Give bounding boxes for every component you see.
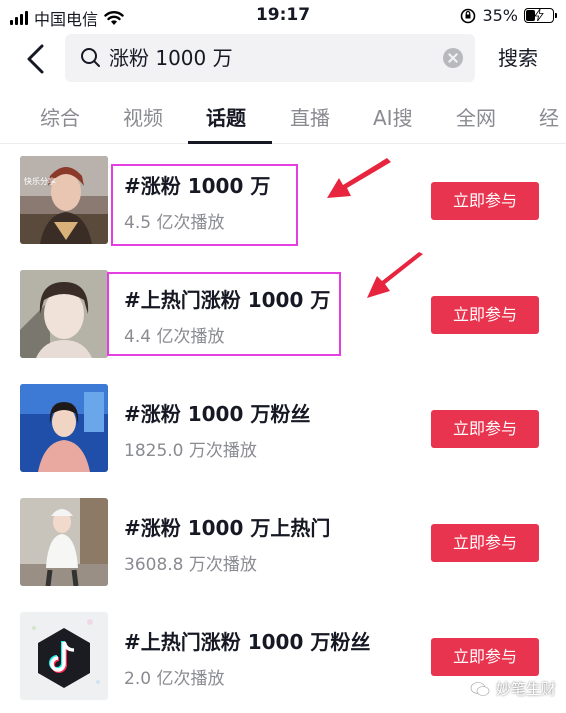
wechat-icon bbox=[470, 681, 490, 696]
active-tab-indicator bbox=[188, 141, 272, 144]
tab-live[interactable]: 直播 bbox=[290, 96, 330, 144]
watermark: 妙笔生财 bbox=[470, 678, 556, 699]
join-button[interactable]: 立即参与 bbox=[431, 638, 539, 676]
topic-thumbnail bbox=[20, 270, 108, 358]
search-button[interactable]: 搜索 bbox=[498, 32, 538, 84]
tab-general[interactable]: 综合 bbox=[40, 96, 80, 144]
status-bar: 中国电信 19:17 35% bbox=[0, 0, 566, 32]
back-icon[interactable] bbox=[22, 42, 50, 76]
arrow-icon bbox=[367, 252, 423, 298]
topic-thumbnail bbox=[20, 384, 108, 472]
tab-web[interactable]: 全网 bbox=[456, 96, 496, 144]
status-right: 35% bbox=[460, 6, 557, 25]
topic-views: 3608.8 万次播放 bbox=[124, 555, 257, 575]
search-input[interactable]: 涨粉 1000 万 bbox=[65, 34, 475, 82]
search-bar-row: 涨粉 1000 万 搜索 bbox=[0, 32, 566, 86]
search-icon bbox=[81, 48, 100, 67]
join-button[interactable]: 立即参与 bbox=[431, 524, 539, 562]
clear-icon[interactable] bbox=[443, 48, 463, 68]
highlight-box bbox=[111, 164, 298, 246]
battery-icon bbox=[524, 8, 557, 23]
rotation-lock-icon bbox=[461, 8, 476, 23]
highlight-box bbox=[107, 272, 341, 356]
topic-views: 1825.0 万次播放 bbox=[124, 441, 257, 461]
topic-title: #涨粉 1000 万上热门 bbox=[124, 516, 331, 540]
topic-item[interactable]: #涨粉 1000 万粉丝 1825.0 万次播放 立即参与 bbox=[0, 376, 566, 490]
charging-icon bbox=[534, 9, 544, 21]
watermark-text: 妙笔生财 bbox=[495, 680, 556, 698]
topic-title: #涨粉 1000 万粉丝 bbox=[124, 402, 311, 426]
tab-video[interactable]: 视频 bbox=[123, 96, 163, 144]
join-button[interactable]: 立即参与 bbox=[431, 182, 539, 220]
arrow-icon bbox=[327, 158, 391, 198]
topic-thumbnail: 快乐分享 bbox=[20, 156, 108, 244]
topic-views: 2.0 亿次播放 bbox=[124, 669, 225, 689]
topic-title: #上热门涨粉 1000 万粉丝 bbox=[124, 630, 371, 654]
topic-thumbnail bbox=[20, 498, 108, 586]
tab-topic[interactable]: 话题 bbox=[206, 96, 246, 144]
battery-percent: 35% bbox=[482, 6, 518, 25]
search-query: 涨粉 1000 万 bbox=[109, 46, 233, 70]
topic-thumbnail bbox=[20, 612, 108, 700]
tab-more[interactable]: 经 bbox=[539, 96, 559, 144]
tab-ai-search[interactable]: AI搜 bbox=[373, 96, 413, 144]
join-button[interactable]: 立即参与 bbox=[431, 296, 539, 334]
tab-bar: 综合 视频 话题 直播 AI搜 全网 经 bbox=[0, 96, 566, 144]
join-button[interactable]: 立即参与 bbox=[431, 410, 539, 448]
topic-item[interactable]: #涨粉 1000 万上热门 3608.8 万次播放 立即参与 bbox=[0, 490, 566, 604]
thumb-caption: 快乐分享 bbox=[24, 177, 56, 186]
